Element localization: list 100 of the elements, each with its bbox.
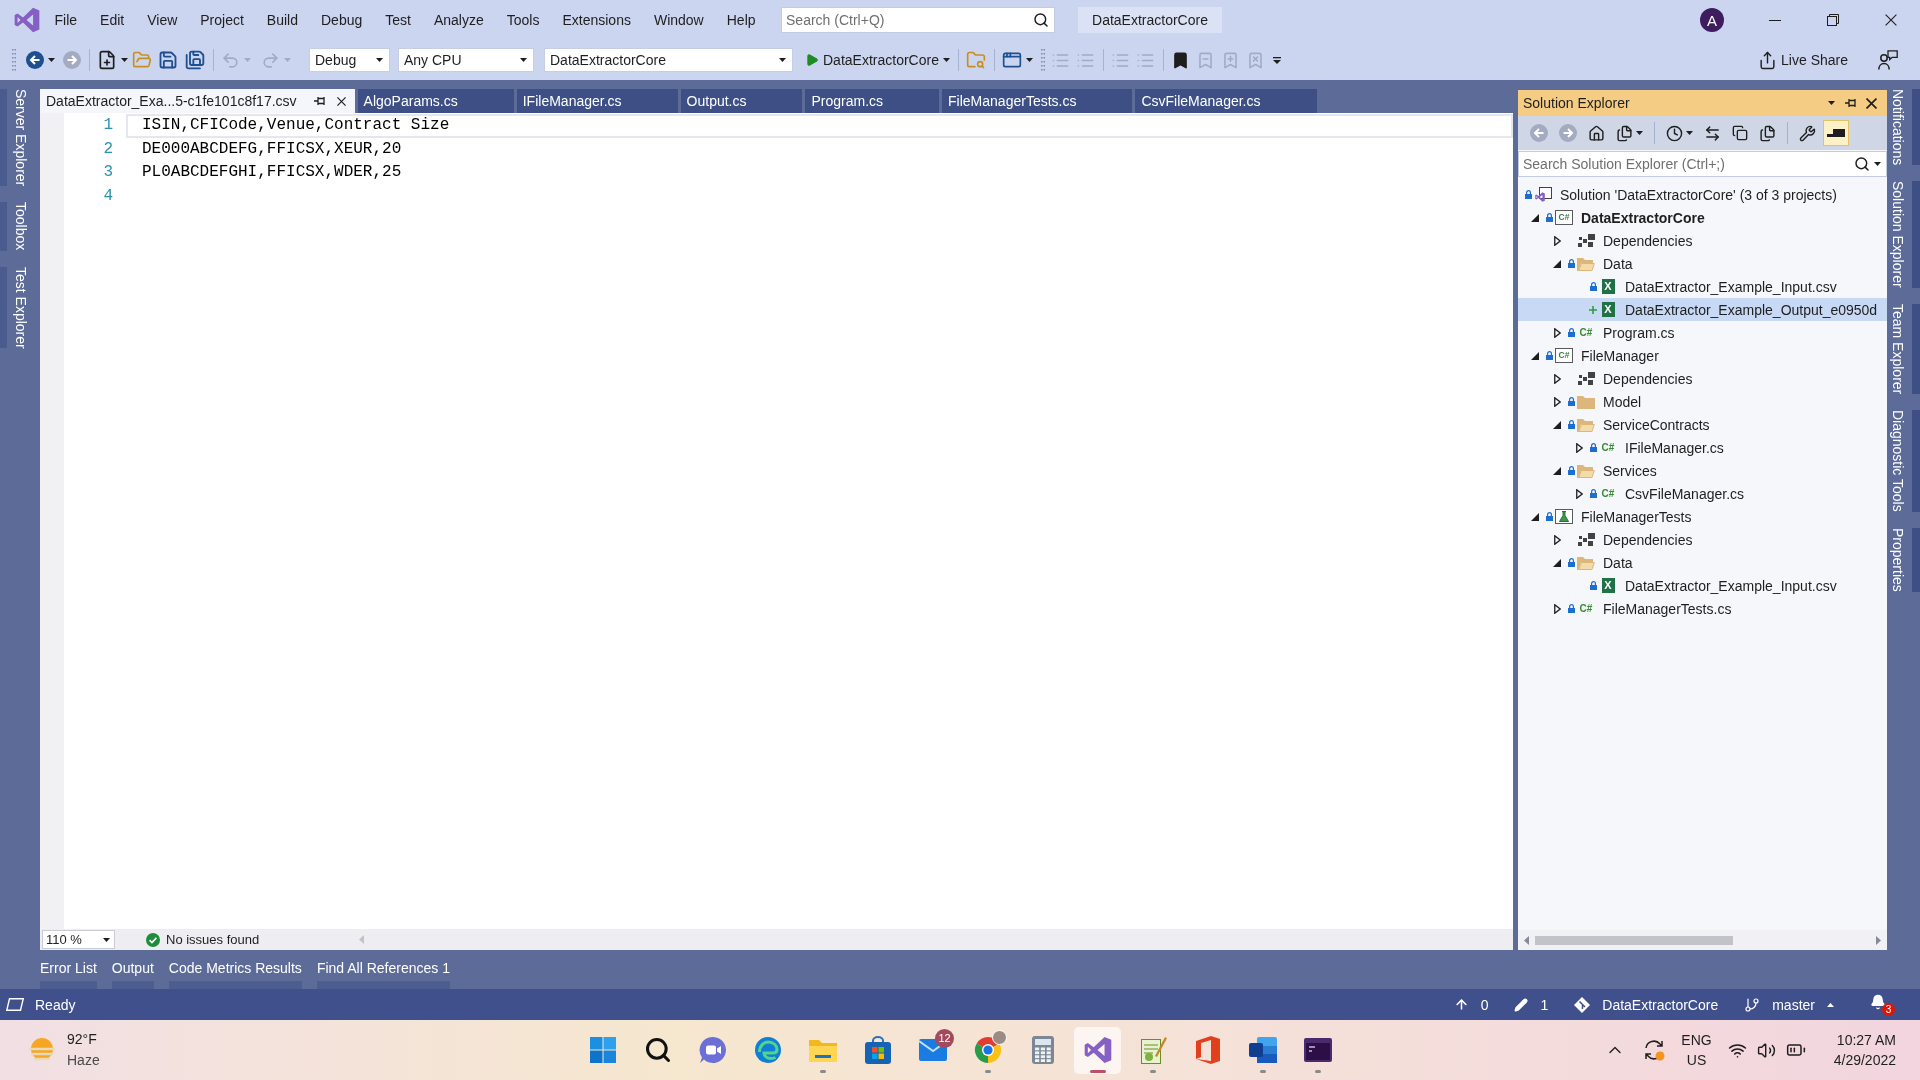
expanded-arrow-icon[interactable] <box>1553 466 1561 475</box>
scroll-right-arrow-icon[interactable] <box>1876 935 1881 945</box>
tree-item[interactable]: Dependencies <box>1518 367 1887 390</box>
tool-window-tab[interactable]: Team Explorer <box>1888 303 1920 395</box>
tree-item[interactable]: ServiceContracts <box>1518 413 1887 436</box>
startup-project-dropdown[interactable]: DataExtractorCore <box>544 48 793 72</box>
expanded-arrow-icon[interactable] <box>1531 512 1539 521</box>
document-tab[interactable]: DataExtractor_Exa...5-c1fe101c8f17.csv <box>40 89 355 113</box>
input-language-button[interactable]: ENG US <box>1681 1030 1712 1070</box>
search-field[interactable]: Search (Ctrl+Q) <box>781 7 1056 33</box>
configuration-dropdown[interactable]: Debug <box>309 48 390 72</box>
expanded-arrow-icon[interactable] <box>1531 351 1539 360</box>
tree-item-label: Dependencies <box>1603 232 1693 249</box>
document-tab[interactable]: CsvFileManager.cs <box>1135 89 1317 113</box>
caret-icon <box>1874 162 1881 166</box>
collapsed-arrow-icon[interactable] <box>1575 442 1583 453</box>
collapsed-arrow-icon[interactable] <box>1553 534 1561 545</box>
zoom-dropdown[interactable]: 110 % <box>42 930 115 949</box>
menu-item[interactable]: View <box>135 6 189 34</box>
menu-item[interactable]: Debug <box>309 6 374 34</box>
tree-item[interactable]: X DataExtractor_Example_Input.csv <box>1518 574 1887 597</box>
expanded-arrow-icon[interactable] <box>1553 420 1561 429</box>
mail-button[interactable]: 12 <box>909 1026 956 1074</box>
menu-item[interactable]: Edit <box>88 6 136 34</box>
wrench-icon <box>1799 124 1816 142</box>
platform-dropdown[interactable]: Any CPU <box>398 48 534 72</box>
tree-item[interactable]: C# IFileManager.cs <box>1518 436 1887 459</box>
document-tab[interactable]: Program.cs <box>805 89 940 113</box>
collapsed-arrow-icon[interactable] <box>1553 373 1561 384</box>
tool-window-tab[interactable]: Server Explorer <box>0 89 31 187</box>
tree-item[interactable]: X DataExtractor_Example_Output_e0950d <box>1518 298 1887 321</box>
tool-window-tab[interactable]: Properties <box>1888 527 1920 592</box>
sync-status-button[interactable] <box>1643 1039 1666 1061</box>
tree-item[interactable]: Model <box>1518 390 1887 413</box>
tool-window-tab[interactable]: Notifications <box>1888 89 1920 166</box>
tree-item[interactable]: FileManagerTests <box>1518 505 1887 528</box>
tree-item[interactable]: C# CsvFileManager.cs <box>1518 482 1887 505</box>
tree-item[interactable]: Dependencies <box>1518 528 1887 551</box>
menu-item[interactable]: Window <box>642 6 716 34</box>
clock-button[interactable]: 10:27 AM 4/29/2022 <box>1833 1030 1896 1070</box>
search-field[interactable]: Search Solution Explorer (Ctrl+;) <box>1518 151 1887 177</box>
parallelogram-icon <box>6 998 24 1011</box>
tool-window-tab[interactable]: Toolbox <box>0 202 31 251</box>
repository-button[interactable]: DataExtractorCore <box>1574 996 1719 1013</box>
pending-changes-button[interactable]: 1 <box>1514 996 1549 1013</box>
menu-item[interactable]: File <box>43 6 89 34</box>
collapsed-arrow-icon[interactable] <box>1553 235 1561 246</box>
sync-icon <box>1643 1039 1666 1061</box>
menu-item[interactable]: Help <box>715 6 768 34</box>
tree-item[interactable]: C# Program.cs <box>1518 321 1887 344</box>
caret-icon <box>48 58 55 62</box>
tree-item[interactable]: Data <box>1518 551 1887 574</box>
document-tab[interactable]: IFileManager.cs <box>516 89 678 113</box>
issues-button[interactable]: No issues found <box>146 932 260 947</box>
menu-item[interactable]: Extensions <box>550 6 643 34</box>
tree-item[interactable]: C# DataExtractorCore <box>1518 206 1887 229</box>
collapsed-arrow-icon[interactable] <box>1553 396 1561 407</box>
tree-item[interactable]: C# FileManager <box>1518 344 1887 367</box>
collapsed-arrow-icon[interactable] <box>1575 488 1583 499</box>
tree-item-label: Services <box>1603 462 1657 479</box>
account-avatar[interactable]: A <box>1700 8 1724 32</box>
menu-item[interactable]: Analyze <box>422 6 496 34</box>
menu-item[interactable]: Project <box>188 6 256 34</box>
start-debugging-button[interactable]: DataExtractorCore <box>805 47 950 73</box>
document-tab[interactable]: AlgoParams.cs <box>357 89 514 113</box>
tree-item[interactable]: Services <box>1518 459 1887 482</box>
live-share-button[interactable]: Live Share <box>1758 47 1848 73</box>
tool-window-tab[interactable]: Diagnostic Tools <box>1888 410 1920 512</box>
tree-item[interactable]: Data <box>1518 252 1887 275</box>
document-tab[interactable]: FileManagerTests.cs <box>942 89 1133 113</box>
caret-icon <box>376 58 383 62</box>
scrollbar-thumb[interactable] <box>1535 935 1733 945</box>
tree-item[interactable]: X DataExtractor_Example_Input.csv <box>1518 275 1887 298</box>
horizontal-scrollbar[interactable] <box>1518 930 1887 950</box>
tree-item[interactable]: Dependencies <box>1518 229 1887 252</box>
weather-widget[interactable]: 92°F Haze <box>28 1029 100 1071</box>
menu-item[interactable]: Build <box>255 6 310 34</box>
tool-window-tab[interactable]: Solution Explorer <box>1888 181 1920 288</box>
expanded-arrow-icon[interactable] <box>1531 213 1539 222</box>
expanded-arrow-icon[interactable] <box>1553 259 1561 268</box>
arrow-right-icon <box>63 51 81 69</box>
collapsed-arrow-icon[interactable] <box>1553 327 1561 338</box>
expanded-arrow-icon[interactable] <box>1553 558 1561 567</box>
preview-toggle-button[interactable] <box>1823 120 1849 146</box>
menu-item[interactable]: Tools <box>495 6 551 34</box>
spreadsheet-badge: X <box>1601 279 1615 294</box>
ide-button[interactable] <box>1074 1026 1121 1074</box>
branch-button[interactable]: master <box>1744 996 1834 1013</box>
feedback-button[interactable] <box>1878 47 1898 73</box>
tree-item[interactable]: C# FileManagerTests.cs <box>1518 597 1887 620</box>
outgoing-commits-button[interactable]: 0 <box>1453 996 1489 1013</box>
notifications-button[interactable]: 3 <box>1870 993 1895 1016</box>
branch-icon <box>1744 996 1761 1013</box>
tree-item[interactable]: Solution 'DataExtractorCore' (3 of 3 projects) <box>1518 183 1887 206</box>
person-speech-icon <box>1878 50 1898 70</box>
tool-window-tab[interactable]: Test Explorer <box>0 266 31 349</box>
menu-item[interactable]: Test <box>373 6 423 34</box>
scroll-left-arrow-icon[interactable] <box>1524 935 1529 945</box>
document-tab[interactable]: Output.cs <box>680 89 803 113</box>
collapsed-arrow-icon[interactable] <box>1553 603 1561 614</box>
